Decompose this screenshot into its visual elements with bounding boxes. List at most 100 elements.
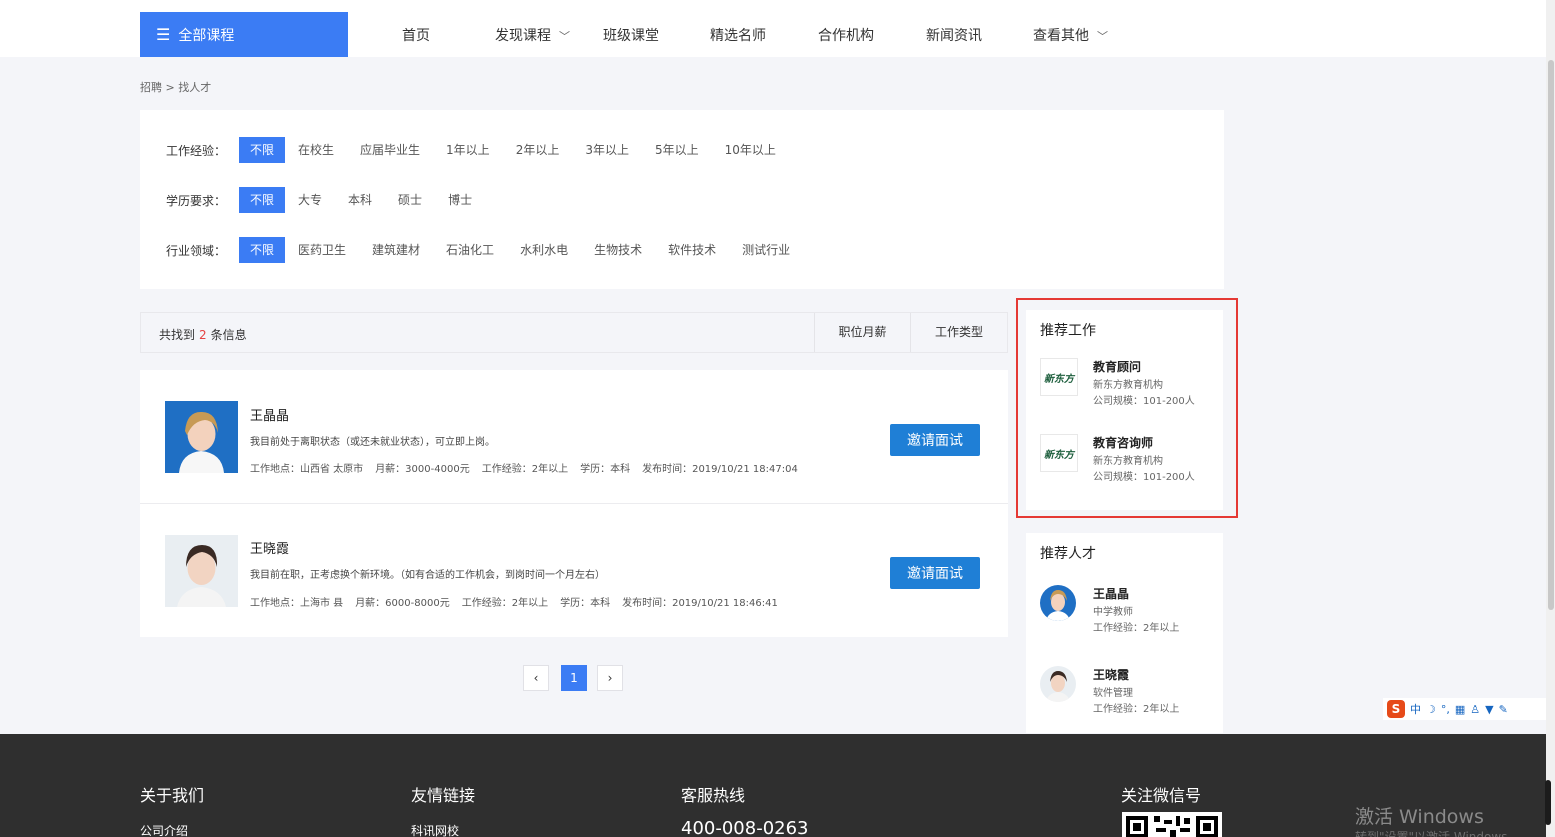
- candidate-card: 王晓霞 我目前在职，正考虑换个新环境。（如有合适的工作机会，到岗时间一个月左右）…: [140, 504, 1008, 637]
- recommended-talent-item[interactable]: 王晓霞 软件管理 工作经验：2年以上: [1040, 666, 1220, 715]
- filter-option[interactable]: 应届毕业生: [347, 137, 433, 163]
- filter-education: 学历要求： 不限 大专 本科 硕士 博士: [166, 187, 485, 213]
- filter-label: 学历要求：: [166, 193, 227, 208]
- avatar: [1040, 666, 1076, 702]
- nav-item-teachers[interactable]: 精选名师: [710, 25, 766, 45]
- scrollbar-handle[interactable]: [1545, 780, 1551, 825]
- results-count: 共找到 2 条信息: [159, 326, 247, 343]
- filter-option[interactable]: 软件技术: [655, 237, 729, 263]
- highlight-box: [1016, 298, 1238, 518]
- filter-option[interactable]: 1年以上: [433, 137, 503, 163]
- footer-friend-link[interactable]: 科讯网校: [411, 822, 459, 837]
- results-suffix: 条信息: [210, 328, 247, 342]
- candidate-published: 发布时间：2019/10/21 18:47:04: [642, 464, 798, 475]
- wechat-qr-code: [1122, 812, 1222, 837]
- nav-item-more[interactable]: 查看其他 ﹀: [1033, 25, 1108, 45]
- footer: 关于我们 公司介绍 友情链接 科讯网校 客服热线 400-008-0263 关注…: [0, 734, 1555, 837]
- candidate-location: 工作地点：上海市 县: [250, 598, 344, 609]
- recommended-talent-item[interactable]: 王晶晶 中学教师 工作经验：2年以上: [1040, 585, 1220, 634]
- filter-experience: 工作经验： 不限 在校生 应届毕业生 1年以上 2年以上 3年以上 5年以上 1…: [166, 137, 789, 163]
- filter-option[interactable]: 2年以上: [503, 137, 573, 163]
- shirt-icon[interactable]: ▼: [1485, 703, 1493, 716]
- candidate-education: 学历：本科: [560, 598, 611, 609]
- chevron-down-icon: ﹀: [559, 30, 570, 43]
- candidate-meta: 工作地点：上海市 县月薪：6000-8000元 工作经验：2年以上 学历：本科 发布时…: [250, 594, 790, 609]
- nav-item-partners[interactable]: 合作机构: [818, 25, 874, 45]
- filter-option[interactable]: 博士: [435, 187, 485, 213]
- filter-panel: 工作经验： 不限 在校生 应届毕业生 1年以上 2年以上 3年以上 5年以上 1…: [140, 110, 1224, 289]
- all-courses-label: 全部课程: [178, 27, 235, 44]
- nav-label: 查看其他: [1033, 28, 1089, 44]
- nav-label: 精选名师: [710, 28, 766, 44]
- all-courses-button[interactable]: ☰ 全部课程: [140, 12, 348, 57]
- filter-option[interactable]: 测试行业: [729, 237, 803, 263]
- next-page-button[interactable]: ›: [597, 665, 623, 691]
- filter-label: 工作经验：: [166, 143, 227, 158]
- filter-option[interactable]: 本科: [335, 187, 385, 213]
- filter-option[interactable]: 生物技术: [581, 237, 655, 263]
- candidate-published: 发布时间：2019/10/21 18:46:41: [622, 598, 778, 609]
- results-prefix: 共找到: [159, 328, 196, 342]
- breadcrumb[interactable]: 招聘 > 找人才: [140, 79, 211, 95]
- filter-option[interactable]: 5年以上: [642, 137, 712, 163]
- filter-option[interactable]: 不限: [239, 237, 286, 263]
- candidate-card: 王晶晶 我目前处于离职状态（或还未就业状态），可立即上岗。 工作地点：山西省 太…: [140, 370, 1008, 503]
- candidate-photo[interactable]: [165, 535, 238, 607]
- sogou-logo-icon: S: [1387, 700, 1405, 718]
- footer-hotline-heading: 客服热线: [681, 786, 746, 805]
- footer-links-heading: 友情链接: [411, 786, 476, 805]
- invite-interview-button[interactable]: 邀请面试: [890, 424, 980, 456]
- moon-icon[interactable]: ☽: [1426, 703, 1436, 716]
- filter-option[interactable]: 硕士: [385, 187, 435, 213]
- filter-option[interactable]: 建筑建材: [359, 237, 433, 263]
- page-button-current[interactable]: 1: [561, 665, 587, 691]
- candidate-description: 我目前处于离职状态（或还未就业状态），可立即上岗。: [250, 437, 495, 448]
- prev-page-button[interactable]: ‹: [523, 665, 549, 691]
- filter-option[interactable]: 不限: [239, 137, 286, 163]
- filter-option[interactable]: 不限: [239, 187, 286, 213]
- nav-item-discover-courses[interactable]: 发现课程 ﹀: [495, 25, 570, 45]
- talent-role: 中学教师: [1093, 607, 1133, 618]
- user-icon[interactable]: ♙: [1470, 703, 1480, 716]
- filter-option[interactable]: 石油化工: [433, 237, 507, 263]
- punctuation-icon[interactable]: °,: [1441, 703, 1450, 716]
- wrench-icon[interactable]: ✎: [1499, 703, 1508, 716]
- filter-option[interactable]: 水利水电: [507, 237, 581, 263]
- results-number: 2: [199, 328, 207, 342]
- filter-industry: 行业领域： 不限 医药卫生 建筑建材 石油化工 水利水电 生物技术 软件技术 测…: [166, 237, 803, 263]
- ime-mode-label[interactable]: 中: [1410, 701, 1421, 717]
- candidate-location: 工作地点：山西省 太原市: [250, 464, 364, 475]
- talent-name[interactable]: 王晓霞: [1093, 666, 1129, 683]
- candidate-photo[interactable]: [165, 401, 238, 473]
- nav-item-home[interactable]: 首页: [402, 25, 430, 45]
- sort-type-button[interactable]: 工作类型: [910, 313, 1007, 352]
- windows-activation-hint: 转到"设置"以激活 Windows: [1355, 830, 1508, 837]
- nav-item-news[interactable]: 新闻资讯: [926, 25, 982, 45]
- recommended-talent-panel: 推荐人才 王晶晶 中学教师 工作经验：2年以上 王晓霞 软件管理 工作经验：2年…: [1026, 533, 1223, 733]
- filter-label: 行业领域：: [166, 243, 227, 258]
- invite-interview-button[interactable]: 邀请面试: [890, 557, 980, 589]
- chevron-down-icon: ﹀: [1097, 30, 1108, 43]
- nav-item-class[interactable]: 班级课堂: [603, 25, 659, 45]
- scrollbar-thumb[interactable]: [1548, 60, 1554, 610]
- filter-option[interactable]: 10年以上: [712, 137, 789, 163]
- sort-salary-button[interactable]: 职位月薪: [814, 313, 910, 352]
- candidate-name[interactable]: 王晶晶: [250, 405, 289, 424]
- filter-option[interactable]: 大专: [285, 187, 335, 213]
- keyboard-icon[interactable]: ▦: [1455, 703, 1465, 716]
- filter-option[interactable]: 医药卫生: [285, 237, 359, 263]
- candidate-salary: 月薪：3000-4000元: [375, 464, 470, 475]
- candidate-name[interactable]: 王晓霞: [250, 538, 289, 557]
- ime-toolbar[interactable]: S 中 ☽ °, ▦ ♙ ▼ ✎: [1383, 698, 1548, 720]
- recommended-talent-title: 推荐人才: [1040, 546, 1096, 562]
- footer-about-link[interactable]: 公司介绍: [140, 822, 188, 837]
- filter-option[interactable]: 在校生: [285, 137, 347, 163]
- candidate-experience: 工作经验：2年以上: [461, 598, 549, 609]
- avatar: [1040, 585, 1076, 621]
- hotline-number: 400-008-0263: [681, 818, 809, 837]
- filter-option[interactable]: 3年以上: [572, 137, 642, 163]
- nav-label: 新闻资讯: [926, 28, 982, 44]
- talent-name[interactable]: 王晶晶: [1093, 585, 1129, 602]
- windows-activation-title: 激活 Windows: [1355, 806, 1484, 828]
- talent-role: 软件管理: [1093, 688, 1133, 699]
